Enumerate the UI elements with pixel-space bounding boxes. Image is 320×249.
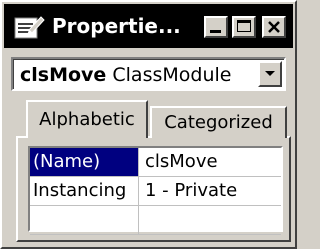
property-value — [139, 206, 281, 234]
window-title: Propertie... — [52, 14, 181, 38]
property-row-name[interactable]: (Name) clsMove — [30, 148, 281, 177]
property-name — [30, 206, 139, 234]
property-row-instancing[interactable]: Instancing 1 - Private — [30, 177, 281, 206]
maximize-icon — [237, 20, 251, 32]
properties-window: Propertie... clsMove ClassModule Alphabe… — [0, 0, 297, 249]
title-bar[interactable]: Propertie... — [4, 4, 293, 48]
object-selector[interactable]: clsMove ClassModule — [11, 57, 286, 91]
property-grid: (Name) clsMove Instancing 1 - Private — [28, 146, 283, 235]
property-name[interactable]: Instancing — [30, 177, 139, 205]
tab-alphabetic[interactable]: Alphabetic — [26, 100, 148, 138]
object-selector-dropdown-button[interactable] — [258, 61, 282, 87]
object-selector-text: clsMove ClassModule — [20, 63, 231, 87]
close-icon — [268, 21, 280, 33]
object-type: ClassModule — [112, 64, 232, 86]
tab-categorized[interactable]: Categorized — [150, 106, 287, 138]
chevron-down-icon — [265, 71, 275, 76]
property-name[interactable]: (Name) — [30, 148, 139, 176]
property-value[interactable]: 1 - Private — [139, 177, 281, 205]
close-button[interactable] — [262, 16, 286, 38]
property-row-empty — [30, 206, 281, 235]
minimize-icon — [210, 30, 221, 33]
object-name: clsMove — [20, 64, 107, 86]
property-value[interactable]: clsMove — [139, 148, 281, 176]
minimize-button[interactable] — [204, 16, 228, 38]
maximize-button[interactable] — [232, 16, 256, 38]
properties-window-icon — [14, 16, 45, 39]
